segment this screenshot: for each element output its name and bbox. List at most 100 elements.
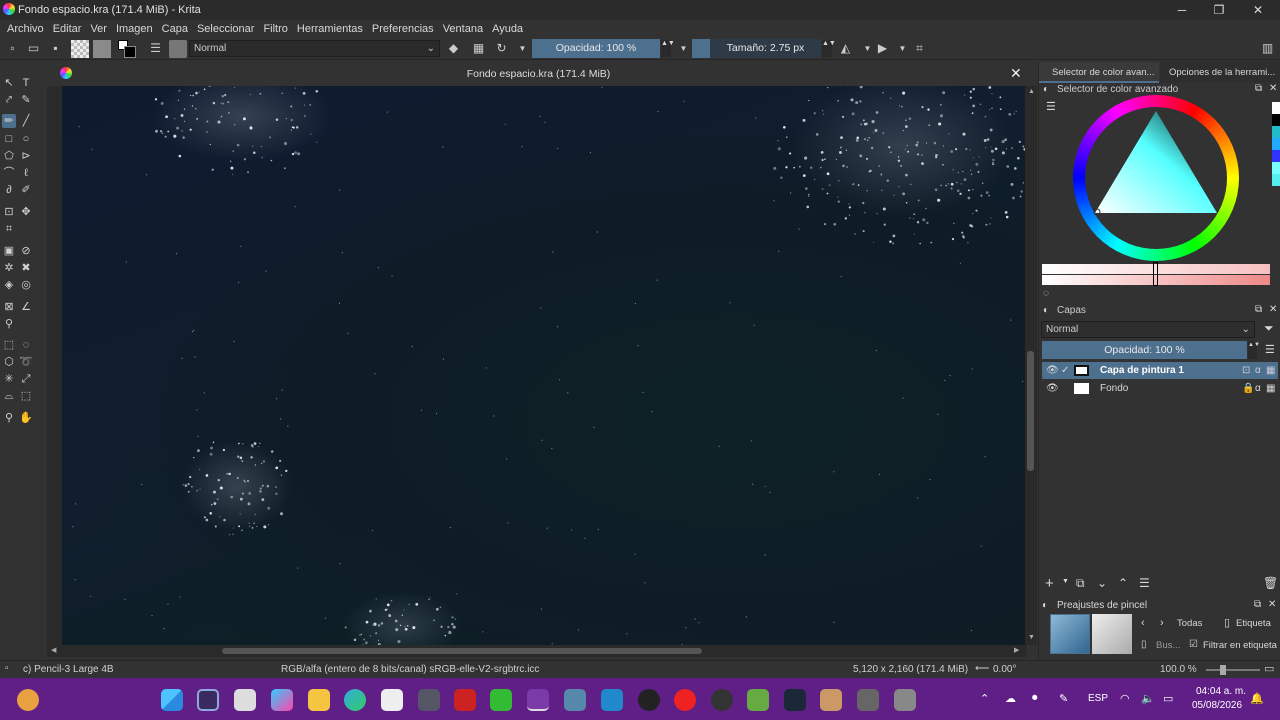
close-document-button[interactable]: ✕ [1010, 65, 1022, 82]
dock-tab-tool-options[interactable]: Opciones de la herrami... [1160, 62, 1280, 83]
zoom-tool-icon[interactable]: ⚲ [2, 411, 16, 425]
eye-icon[interactable]: 👁 [1046, 380, 1059, 397]
lock-icon[interactable]: ◐ [1043, 84, 1049, 95]
layer-row[interactable]: 👁 ✓ Capa de pintura 1 ⊡ α ▦ [1042, 362, 1278, 379]
menu-preferencias[interactable]: Preferencias [372, 23, 434, 35]
task-view-icon[interactable] [234, 689, 256, 711]
polygon-selection-tool-icon[interactable]: ⬡ [2, 355, 16, 369]
layer-options-icon[interactable]: ☰ [1265, 343, 1275, 356]
brush-preset-pencil[interactable] [1050, 614, 1090, 654]
file-explorer-icon[interactable] [308, 689, 330, 711]
settings-icon[interactable] [564, 689, 586, 711]
alpha-icon[interactable]: α [1255, 362, 1261, 379]
dropdown-arrow-icon[interactable]: ▼ [515, 41, 530, 56]
rectangle-tool-icon[interactable]: □ [2, 132, 16, 146]
color-selector-settings-icon[interactable]: ☰ [1046, 100, 1056, 113]
menu-ver[interactable]: Ver [90, 23, 107, 35]
menu-editar[interactable]: Editar [53, 23, 82, 35]
add-layer-icon[interactable]: + [1045, 575, 1054, 592]
vertical-scrollbar[interactable]: ▲ ▼ [1025, 86, 1037, 645]
ellipse-selection-tool-icon[interactable]: ◌ [19, 338, 33, 352]
layer-name[interactable]: Fondo [1100, 380, 1128, 397]
layer-properties-icon[interactable]: ☰ [1139, 576, 1150, 590]
shade-slider-handle[interactable] [1153, 262, 1158, 286]
menu-seleccionar[interactable]: Seleccionar [197, 23, 254, 35]
horizontal-scroll-thumb[interactable] [222, 648, 702, 654]
crop-tool-icon[interactable]: ⌗ [2, 222, 16, 236]
polygon-tool-icon[interactable]: ⬠ [2, 149, 16, 163]
alpha-icon[interactable]: α [1255, 380, 1261, 397]
dropdown-arrow-icon[interactable]: ▼ [676, 41, 691, 56]
polyline-tool-icon[interactable]: ⊳ [19, 149, 33, 163]
calligraphy-tool-icon[interactable]: ✎ [19, 93, 33, 107]
notifications-icon[interactable]: 🔔 [1250, 692, 1264, 705]
layer-lock-icon[interactable]: 🔒 [1242, 380, 1254, 397]
inherit-alpha-icon[interactable]: ▦ [1266, 380, 1275, 397]
saturation-value-triangle[interactable] [1073, 95, 1239, 261]
zoom-fit-icon[interactable]: ▭ [1264, 662, 1274, 675]
dropdown-arrow-icon[interactable]: ▼ [1062, 578, 1069, 585]
close-dock-icon[interactable]: ✕ [1269, 83, 1277, 94]
opacity-spin-icon[interactable]: ▲▼ [661, 40, 675, 57]
panels-toggle-icon[interactable]: ▥ [1260, 41, 1275, 56]
float-dock-icon[interactable]: ⧉ [1255, 83, 1262, 94]
zoom-label[interactable]: 100.0 % [1160, 664, 1197, 675]
battery-icon[interactable]: ▭ [1163, 692, 1173, 705]
calculator-icon[interactable] [601, 689, 623, 711]
app-icon[interactable] [857, 689, 879, 711]
new-document-icon[interactable]: ▫ [5, 41, 20, 56]
opacity-spin-icon[interactable]: ▲▼ [1248, 341, 1260, 359]
wrap-around-icon[interactable]: ⌗ [912, 41, 927, 56]
copilot-icon[interactable] [17, 689, 39, 711]
gimp-icon[interactable] [820, 689, 842, 711]
canvas[interactable] [62, 86, 1025, 645]
clock-date[interactable]: 05/08/2026 [1192, 700, 1242, 711]
color-history-strip[interactable] [1272, 102, 1280, 232]
similar-selection-tool-icon[interactable]: ⤢ [19, 372, 33, 386]
pattern-swatch[interactable] [71, 40, 89, 58]
ellipse-tool-icon[interactable]: ○ [19, 132, 33, 146]
steam-icon[interactable] [784, 689, 806, 711]
copilot-app-icon[interactable] [271, 689, 293, 711]
reset-color-icon[interactable]: ◌ [1043, 288, 1049, 299]
smart-patch-tool-icon[interactable]: ✖ [19, 261, 33, 275]
float-dock-icon[interactable]: ⧉ [1255, 304, 1262, 315]
krita-taskbar-icon[interactable] [527, 689, 549, 711]
wifi-icon[interactable]: ◠ [1120, 692, 1130, 705]
menu-ayuda[interactable]: Ayuda [492, 23, 523, 35]
duplicate-layer-icon[interactable]: ⧉ [1076, 576, 1085, 591]
delete-layer-icon[interactable]: 🗑 [1263, 576, 1278, 590]
move-tool-icon[interactable]: ✥ [19, 205, 33, 219]
inherit-alpha-icon[interactable]: ▦ [1266, 362, 1275, 379]
inkscape-icon[interactable] [747, 689, 769, 711]
close-window-button[interactable]: ✕ [1240, 0, 1276, 20]
move-layer-up-icon[interactable]: ⌃ [1118, 576, 1128, 590]
lock-icon[interactable]: ◐ [1042, 600, 1048, 611]
store-icon[interactable] [381, 689, 403, 711]
tag-filter-combo[interactable]: Todas [1177, 618, 1202, 629]
windows-start-icon[interactable] [161, 689, 183, 711]
mirror-vertical-icon[interactable]: ▶ [875, 41, 890, 56]
menu-herramientas[interactable]: Herramientas [297, 23, 363, 35]
close-dock-icon[interactable]: ✕ [1269, 304, 1277, 315]
size-spin-icon[interactable]: ▲▼ [822, 40, 836, 57]
cloud-icon[interactable]: ☁ [1005, 692, 1016, 705]
remote-icon[interactable] [418, 689, 440, 711]
foreground-color-swatch[interactable] [124, 46, 136, 58]
scroll-left-icon[interactable]: ◀ [51, 646, 56, 654]
dock-tab-color-selector[interactable]: Selector de color avan... [1039, 62, 1159, 83]
layer-opacity-slider[interactable]: Opacidad: 100 % [1042, 341, 1247, 359]
magnetic-selection-tool-icon[interactable]: ⬚ [19, 389, 33, 403]
zoom-slider[interactable] [1206, 665, 1260, 675]
dropdown-arrow-icon[interactable]: ▼ [895, 41, 910, 56]
blend-mode-combo[interactable]: Normal ⌄ [189, 40, 440, 57]
wps-icon[interactable] [454, 689, 476, 711]
maximize-button[interactable]: ❐ [1201, 0, 1237, 20]
pen-icon[interactable]: ✎ [1059, 692, 1068, 705]
size-slider[interactable]: Tamaño: 2.75 px [710, 39, 821, 58]
clock-time[interactable]: 04:04 a. m. [1196, 686, 1246, 697]
text-tool-icon[interactable]: T [19, 76, 33, 90]
preset-search-input[interactable]: Bus... [1156, 640, 1180, 651]
minimize-button[interactable]: ─ [1164, 0, 1200, 20]
control-panel-icon[interactable] [894, 689, 916, 711]
